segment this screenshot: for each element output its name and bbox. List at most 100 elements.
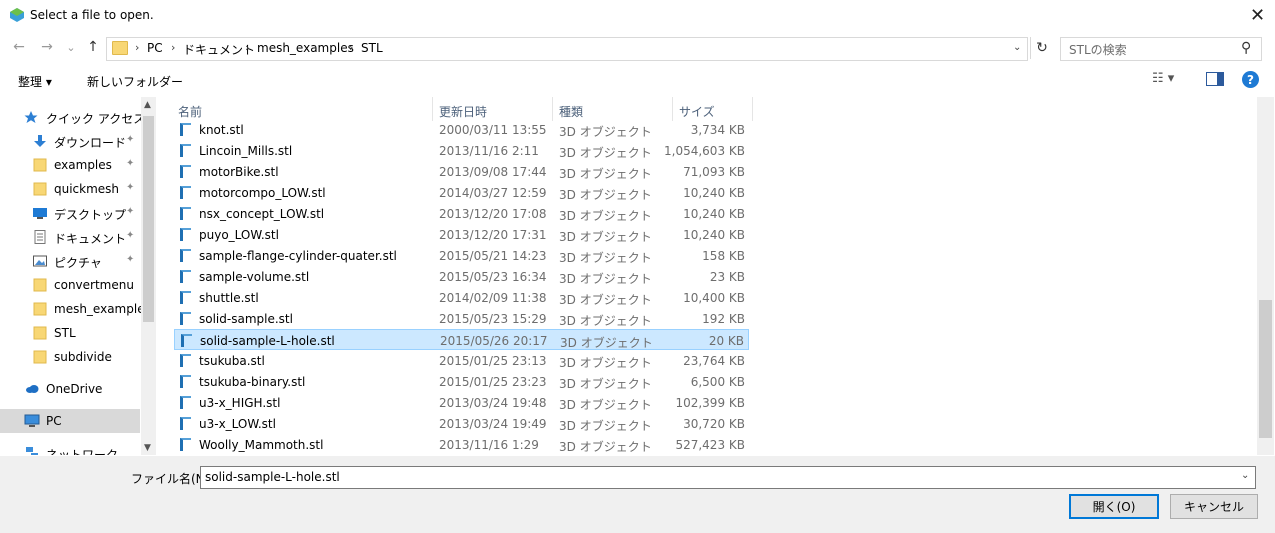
folder-icon — [33, 278, 47, 292]
file-size: 10,400 KB — [683, 291, 745, 305]
search-input[interactable]: STLの検索 ⚲ — [1060, 37, 1262, 61]
file-row[interactable]: nsx_concept_LOW.stl 2013/12/20 17:08 3D オブ… — [174, 203, 749, 224]
file-row[interactable]: Woolly_Mammoth.stl 2013/11/16 1:29 3D オブジェ… — [174, 434, 749, 455]
sidebar-item-mesh-examples[interactable]: mesh_examples — [0, 297, 151, 321]
back-button[interactable]: ← — [8, 34, 30, 60]
refresh-button[interactable]: ↻ — [1030, 37, 1053, 59]
sidebar-item-pc[interactable]: PC — [0, 409, 140, 433]
sidebar-item-label: PC — [46, 414, 62, 428]
file-size: 527,423 KB — [675, 438, 745, 452]
file-size: 3,734 KB — [690, 123, 745, 137]
folder-icon — [33, 302, 47, 316]
chevron-down-icon[interactable]: ⌄ — [1013, 42, 1021, 53]
file-type: 3D オブジェクト — [560, 336, 653, 350]
cloud-icon — [24, 382, 39, 396]
pin-icon: ✦ — [126, 230, 135, 241]
file-size: 30,720 KB — [683, 417, 745, 431]
sidebar-item[interactable]: デスクトップ ✦ — [0, 201, 140, 225]
file-row[interactable]: tsukuba-binary.stl 2015/01/25 23:23 3D オブジ… — [174, 371, 749, 392]
nav-scrollbar-thumb[interactable] — [143, 116, 154, 322]
file-row[interactable]: tsukuba.stl 2015/01/25 23:13 3D オブジェクト 23,7… — [174, 350, 749, 371]
stl-file-icon — [180, 144, 191, 157]
file-date: 2013/11/16 2:11 — [439, 144, 539, 158]
column-divider[interactable] — [432, 97, 433, 121]
file-date: 2013/03/24 19:48 — [439, 396, 547, 410]
forward-button[interactable]: → — [36, 34, 58, 60]
file-name: nsx_concept_LOW.stl — [199, 207, 325, 221]
file-size: 6,500 KB — [690, 375, 745, 389]
sidebar-item-quickmesh[interactable]: quickmesh ✦ — [0, 177, 140, 201]
sidebar-item[interactable]: ピクチャ ✦ — [0, 249, 140, 273]
search-icon[interactable]: ⚲ — [1241, 40, 1251, 56]
chevron-down-icon[interactable]: ⌄ — [1241, 470, 1249, 481]
stl-file-icon — [180, 312, 191, 325]
file-row[interactable]: solid-sample-L-hole.stl 2015/05/26 20:17 3… — [174, 329, 749, 350]
file-type: 3D オブジェクト — [559, 209, 652, 223]
computer-icon — [24, 414, 40, 428]
up-button[interactable]: ↑ — [82, 34, 104, 60]
recent-locations-button[interactable]: ⌄ — [60, 34, 82, 60]
file-row[interactable]: shuttle.stl 2014/02/09 11:38 3D オブジェクト 10,4… — [174, 287, 749, 308]
organize-button[interactable]: 整理 ▾ — [18, 73, 52, 90]
file-list-scrollbar-thumb[interactable] — [1259, 300, 1272, 438]
cancel-button[interactable]: キャンセル — [1170, 494, 1258, 519]
sidebar-item-onedrive[interactable]: OneDrive — [0, 377, 140, 401]
file-type: 3D オブジェクト — [559, 230, 652, 244]
file-row[interactable]: solid-sample.stl 2015/05/23 15:29 3D オブジェク… — [174, 308, 749, 329]
sidebar-item-convertmenu[interactable]: convertmenu — [0, 273, 140, 297]
scroll-down-icon[interactable]: ▼ — [144, 443, 151, 453]
sidebar-item[interactable]: クイック アクセス — [0, 105, 145, 129]
sidebar-item-stl[interactable]: STL — [0, 321, 140, 345]
view-options-button[interactable]: ☷ ▾ — [1152, 71, 1174, 86]
breadcrumb-stl[interactable]: STL — [361, 41, 383, 55]
scroll-up-icon[interactable]: ▲ — [144, 100, 151, 110]
column-divider[interactable] — [752, 97, 753, 121]
breadcrumb-pc[interactable]: PC — [147, 41, 163, 55]
filename-field[interactable]: solid-sample-L-hole.stl ⌄ — [200, 466, 1256, 489]
app-icon — [10, 8, 24, 22]
window-title: Select a file to open. — [30, 8, 154, 22]
stl-file-icon — [180, 270, 191, 283]
sidebar-item-examples[interactable]: examples ✦ — [0, 153, 140, 177]
file-row[interactable]: u3-x_LOW.stl 2013/03/24 19:49 3D オブジェクト 30,… — [174, 413, 749, 434]
file-size: 71,093 KB — [683, 165, 745, 179]
file-type: 3D オブジェクト — [559, 251, 652, 265]
breadcrumb-separator: › — [135, 41, 140, 54]
file-name: Woolly_Mammoth.stl — [199, 438, 324, 452]
sidebar-item-subdivide[interactable]: subdivide — [0, 345, 140, 369]
file-row[interactable]: knot.stl 2000/03/11 13:55 3D オブジェクト 3,734 K… — [174, 119, 749, 140]
column-divider[interactable] — [552, 97, 553, 121]
help-button[interactable]: ? — [1242, 71, 1259, 88]
file-row[interactable]: motorBike.stl 2013/09/08 17:44 3D オブジェクト 71… — [174, 161, 749, 182]
file-row[interactable]: motorcompo_LOW.stl 2014/03/27 12:59 3D オブジ… — [174, 182, 749, 203]
sidebar-item-label: convertmenu — [54, 278, 134, 292]
file-row[interactable]: u3-x_HIGH.stl 2013/03/24 19:48 3D オブジェクト 10… — [174, 392, 749, 413]
document-icon — [33, 230, 47, 244]
navigation-row: ← → ⌄ ↑ › PC › ドキュメント › mesh_examples › … — [0, 34, 1275, 62]
file-row[interactable]: sample-flange-cylinder-quater.stl 2015/05… — [174, 245, 749, 266]
file-type: 3D オブジェクト — [559, 440, 652, 454]
sidebar-item[interactable]: ネットワーク — [0, 441, 140, 455]
sidebar-item[interactable]: ドキュメント ✦ — [0, 225, 140, 249]
file-row[interactable]: puyo_LOW.stl 2013/12/20 17:31 3D オブジェクト 10,… — [174, 224, 749, 245]
column-divider[interactable] — [672, 97, 673, 121]
file-size: 10,240 KB — [683, 186, 745, 200]
breadcrumb-separator: › — [349, 41, 354, 54]
file-row[interactable]: Lincoin_Mills.stl 2013/11/16 2:11 3D オブジェク… — [174, 140, 749, 161]
file-date: 2000/03/11 13:55 — [439, 123, 547, 137]
close-button[interactable]: ✕ — [1240, 0, 1275, 31]
column-header-size[interactable]: サイズ — [679, 103, 715, 120]
file-name: solid-sample-L-hole.stl — [200, 334, 335, 348]
preview-pane-icon[interactable] — [1206, 72, 1224, 86]
column-header-type[interactable]: 種類 — [559, 103, 583, 120]
breadcrumb-mesh-examples[interactable]: mesh_examples — [257, 41, 354, 55]
sidebar-item[interactable]: ダウンロード ✦ — [0, 129, 140, 153]
open-button[interactable]: 開く(O) — [1069, 494, 1159, 519]
file-row[interactable]: sample-volume.stl 2015/05/23 16:34 3D オブジェ… — [174, 266, 749, 287]
column-header-name[interactable]: 名前 — [178, 103, 202, 120]
column-header-date[interactable]: 更新日時 — [439, 103, 487, 120]
file-type: 3D オブジェクト — [559, 272, 652, 286]
file-date: 2013/12/20 17:31 — [439, 228, 547, 242]
address-bar[interactable]: › PC › ドキュメント › mesh_examples › STL ⌄ — [106, 37, 1028, 61]
new-folder-button[interactable]: 新しいフォルダー — [87, 73, 183, 90]
